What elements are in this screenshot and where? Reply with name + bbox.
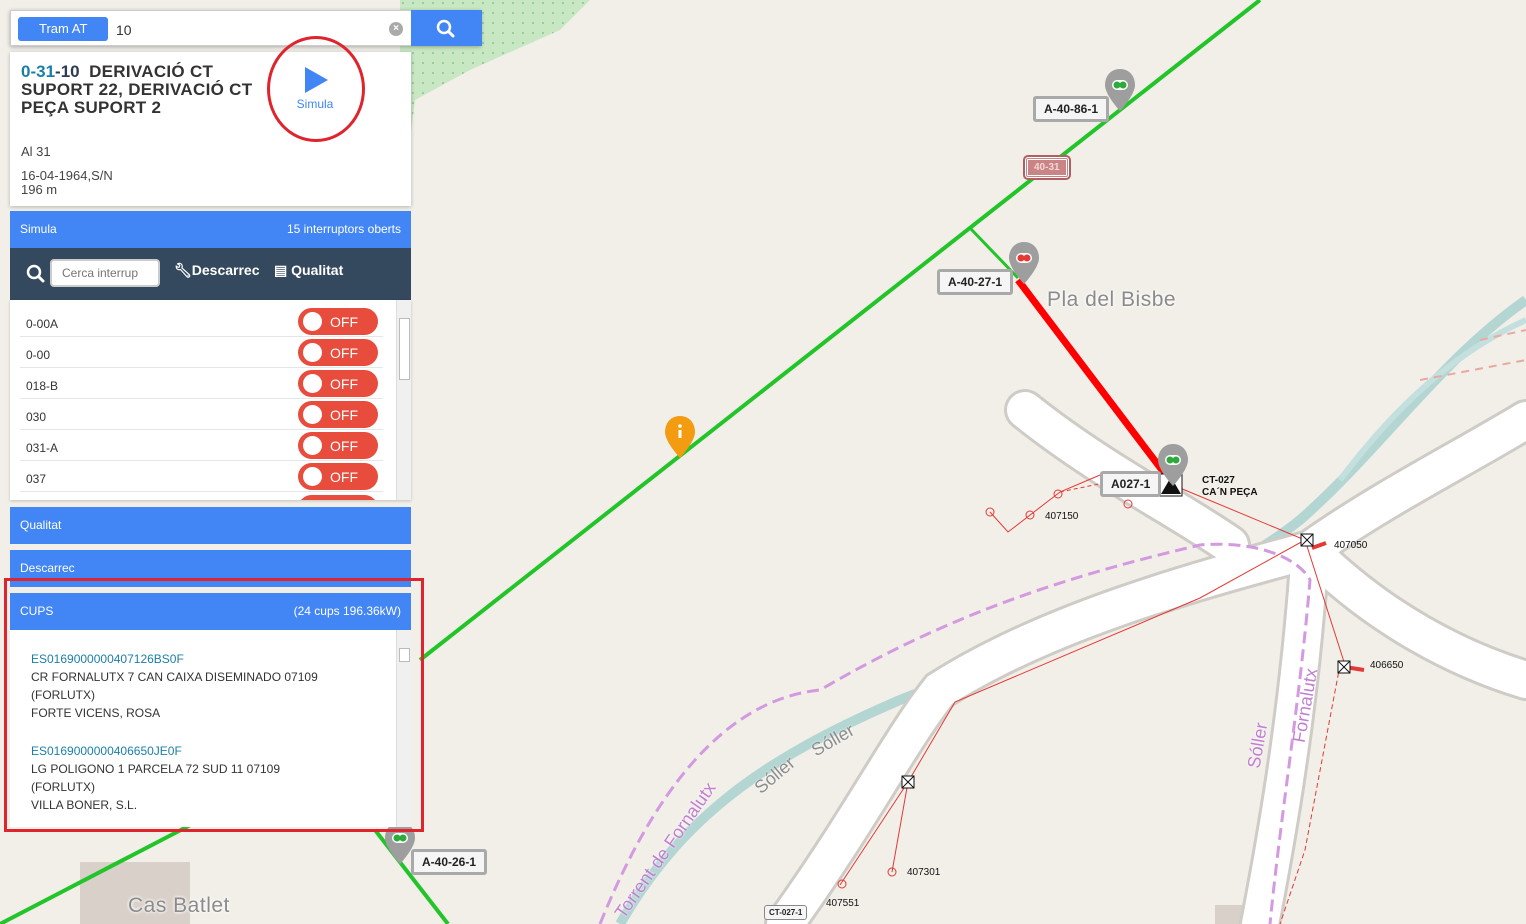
place-name: Pla del Bisbe — [1047, 288, 1177, 311]
simula-toolbar: 🔧︎Descarrec ▤ Qualitat — [10, 248, 411, 300]
switch-toggle[interactable]: OFF — [298, 339, 378, 366]
simula-title: Simula — [20, 222, 57, 236]
scroll-thumb[interactable] — [399, 318, 410, 380]
highlight-circle — [267, 36, 365, 142]
search-input[interactable] — [116, 19, 386, 41]
support-label[interactable]: A-40-26-1 — [411, 849, 488, 875]
toggle-knob — [303, 436, 322, 455]
qualitat-label: Qualitat — [291, 262, 344, 278]
simula-section-header[interactable]: Simula 15 interruptors oberts — [10, 211, 411, 248]
bar-chart-icon: ▤ — [274, 262, 288, 278]
switch-list: 0-00A OFF 0-00 OFF 018-B OFF 030 OFF 031… — [10, 300, 411, 500]
switch-label: 030 — [26, 410, 47, 424]
switch-row: 0-00A OFF — [20, 306, 383, 337]
switch-row: 030 OFF — [20, 399, 383, 430]
toggle-state: OFF — [330, 376, 358, 392]
switch-label: 0-00A — [26, 317, 59, 331]
switch-label: 0-00 — [26, 348, 51, 362]
qualitat-section-header[interactable]: Qualitat — [10, 507, 411, 544]
switch-row: 018-B OFF — [20, 368, 383, 399]
ct-small-label[interactable]: CT-027-1 — [764, 905, 808, 920]
ct-title: CA´N PEÇA — [1202, 487, 1258, 498]
info-marker — [665, 416, 695, 458]
descarrec-tool[interactable]: 🔧︎Descarrec — [174, 262, 260, 279]
clear-icon[interactable]: × — [389, 22, 403, 36]
element-conductor: Al 31 — [21, 144, 51, 159]
support-label[interactable]: A-40-86-1 — [1033, 96, 1110, 122]
switch-filter-input[interactable] — [50, 259, 160, 287]
switch-toggle[interactable]: OFF — [298, 370, 378, 397]
search-icon[interactable] — [26, 264, 46, 284]
descarrec-title: Descarrec — [20, 561, 75, 575]
element-name-rest: SUPORT 22, DERIVACIÓ CT PEÇA SUPORT 2 — [21, 80, 253, 117]
toggle-knob — [303, 467, 322, 486]
element-name-first: DERIVACIÓ CT — [89, 62, 214, 81]
node-number: 407050 — [1334, 540, 1368, 551]
element-date: 16-04-1964,S/N — [21, 168, 113, 183]
switch-list-scrollbar[interactable] — [396, 300, 411, 500]
switch-toggle[interactable]: OFF — [298, 401, 378, 428]
search-bar: Tram AT × — [10, 10, 482, 46]
layer-select-button[interactable]: Tram AT — [18, 17, 109, 41]
toggle-state: OFF — [330, 407, 358, 423]
toggle-state: OFF — [330, 469, 358, 485]
simula-summary: 15 interruptors oberts — [286, 222, 401, 236]
qualitat-tool[interactable]: ▤ Qualitat — [274, 262, 343, 279]
support-label[interactable]: A-40-27-1 — [937, 269, 1014, 295]
support-label[interactable]: A027-1 — [1100, 471, 1162, 497]
place-name: Cas Batlet — [128, 894, 230, 917]
toggle-knob — [303, 312, 322, 331]
search-button[interactable] — [411, 10, 482, 46]
highlight-box — [4, 578, 424, 832]
switch-toggle[interactable]: OFF — [298, 308, 378, 335]
switch-row: 037 OFF — [20, 461, 383, 492]
qualitat-title: Qualitat — [20, 518, 62, 532]
element-code-prefix[interactable]: 0-31 — [21, 62, 55, 81]
switch-toggle[interactable]: OFF — [298, 432, 378, 459]
toggle-knob — [303, 343, 322, 362]
element-card: 0-31-10 DERIVACIÓ CT SUPORT 22, DERIVACI… — [10, 36, 411, 206]
element-code-suffix: -10 — [55, 62, 80, 81]
toggle-knob — [303, 405, 322, 424]
wrench-icon: 🔧︎ — [174, 262, 192, 278]
node-number: 407150 — [1045, 511, 1079, 522]
node-number: 407301 — [907, 867, 941, 878]
ct-code: CT-027 — [1202, 475, 1235, 486]
toggle-state: OFF — [330, 438, 358, 454]
switch-row: 0-00 OFF — [20, 337, 383, 368]
ct-name: CT-027 CA´N PEÇA — [1202, 475, 1258, 499]
descarrec-label: Descarrec — [191, 262, 260, 278]
node-number: 406650 — [1370, 660, 1404, 671]
search-icon — [436, 19, 455, 38]
node-number: 407551 — [826, 898, 860, 909]
switch-row: 031-A OFF — [20, 430, 383, 461]
switch-label: 018-B — [26, 379, 59, 393]
switch-label: 031-A — [26, 441, 59, 455]
switch-label: 037 — [26, 472, 47, 486]
element-title: 0-31-10 DERIVACIÓ CT SUPORT 22, DERIVACI… — [21, 63, 261, 117]
marker-grey — [1105, 69, 1135, 111]
marker-red-switch — [1009, 242, 1039, 284]
switch-toggle[interactable] — [298, 495, 378, 500]
toggle-knob — [303, 374, 322, 393]
toggle-state: OFF — [330, 314, 358, 330]
element-length: 196 m — [21, 182, 58, 197]
switch-toggle[interactable]: OFF — [298, 463, 378, 490]
toggle-state: OFF — [330, 345, 358, 361]
tag-label[interactable]: 40-31 — [1023, 155, 1071, 180]
